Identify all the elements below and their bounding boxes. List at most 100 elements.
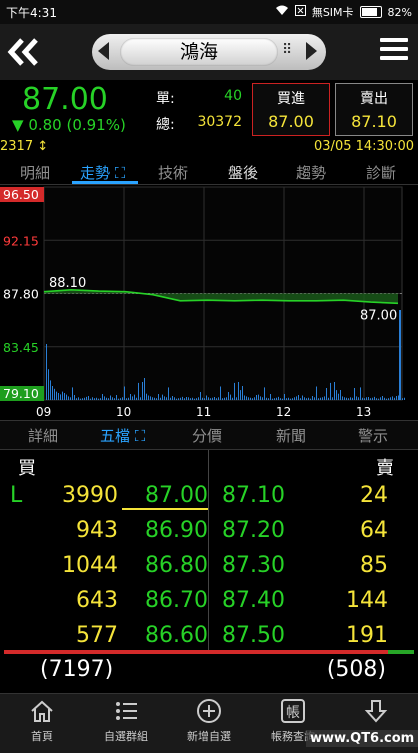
bid-volume[interactable]: 943 [40, 518, 118, 543]
bid-price[interactable]: 86.80 [122, 553, 208, 578]
volume-bar [276, 397, 277, 400]
status-time: 下午4:31 [6, 6, 57, 20]
stock-name[interactable]: 鴻海 [120, 38, 278, 66]
volume-bar [194, 398, 195, 400]
status-bar: 下午4:31 無SIM卡 82% [0, 0, 418, 24]
volume-bar [254, 397, 255, 400]
nav-more[interactable] [334, 698, 418, 728]
ask-volume[interactable]: 144 [310, 588, 388, 613]
volume-bar [132, 396, 133, 400]
bid-volume[interactable]: 1044 [40, 553, 118, 578]
volume-bar [72, 387, 73, 400]
price-change-value: 0.80 (0.91%) [28, 116, 126, 134]
x-tick-label: 09 [36, 405, 52, 419]
volume-bar [320, 397, 321, 400]
tab-technical[interactable]: 技術 [158, 162, 188, 183]
bid-volume[interactable]: 643 [40, 588, 118, 613]
quote-datetime: 03/05 14:30:00 [314, 139, 414, 154]
volume-bar [238, 382, 239, 400]
volume-bar [332, 397, 333, 400]
tab-alerts[interactable]: 警示 [358, 425, 388, 446]
volume-bar [318, 398, 319, 400]
ask-volume[interactable]: 64 [310, 518, 388, 543]
tab-momentum[interactable]: 趨勢 [296, 162, 326, 183]
volume-bar [370, 398, 371, 400]
volume-bar [192, 397, 193, 400]
back-button[interactable] [6, 34, 42, 70]
volume-bar [294, 397, 295, 400]
x-tick-label: 12 [276, 405, 292, 419]
sim-status: 無SIM卡 [311, 6, 354, 19]
app-header: 鴻海 ⠿ [0, 24, 418, 80]
volume-bar [390, 397, 391, 400]
volume-bar [92, 397, 93, 400]
volume-bar [90, 398, 91, 400]
next-stock-button[interactable] [306, 42, 317, 60]
nav-watchlist-groups[interactable]: 自選群組 [84, 698, 168, 744]
volume-bar [376, 398, 377, 400]
volume-bar [140, 397, 141, 400]
price-change: ▼ 0.80 (0.91%) [12, 116, 126, 134]
bid-price[interactable]: 87.00 [122, 483, 208, 508]
ask-volume[interactable]: 24 [310, 483, 388, 508]
ask-price[interactable]: 87.50 [222, 623, 300, 648]
volume-bar [356, 396, 357, 400]
volume-bar [96, 397, 97, 400]
bid-price[interactable]: 86.60 [122, 623, 208, 648]
ask-column-header: 賣 [376, 458, 394, 479]
tab-details[interactable]: 詳細 [28, 425, 58, 446]
volume-bar [284, 394, 285, 400]
ask-price[interactable]: 87.30 [222, 553, 300, 578]
volume-bar [226, 397, 227, 400]
volume-bar [174, 397, 175, 400]
bid-price[interactable]: 86.70 [122, 588, 208, 613]
volume-bar [80, 398, 81, 400]
volume-bar [150, 396, 151, 400]
y-tick-label: 83.45 [3, 340, 39, 355]
tab-price-volume[interactable]: 分價 [192, 425, 222, 446]
ask-ratio-bar [388, 650, 414, 654]
volume-bar [338, 393, 339, 400]
ask-volume[interactable]: 85 [310, 553, 388, 578]
volume-bar [84, 397, 85, 400]
ask-price[interactable]: 87.20 [222, 518, 300, 543]
volume-bar [138, 382, 139, 400]
prev-stock-button[interactable] [98, 42, 109, 60]
last-price: 87.00 [22, 82, 108, 117]
intraday-chart[interactable]: 96.50 92.15 87.80 83.45 79.10 88.10 87.00 [0, 185, 418, 420]
home-icon [31, 700, 53, 722]
volume-bar [228, 392, 229, 400]
ask-price[interactable]: 87.10 [222, 483, 300, 508]
bid-box[interactable]: 買進 87.00 [252, 83, 330, 136]
volume-bar [258, 394, 259, 400]
tab-trend-label: 走勢 [80, 164, 111, 182]
tab-diagnosis[interactable]: 診斷 [366, 162, 396, 183]
volume-bar [66, 394, 67, 400]
bid-price[interactable]: 86.90 [122, 518, 208, 543]
ask-price[interactable]: 87.40 [222, 588, 300, 613]
nav-home[interactable]: 首頁 [0, 698, 84, 744]
volume-bar [260, 396, 261, 400]
volume-bar [172, 396, 173, 400]
bid-volume[interactable]: 577 [40, 623, 118, 648]
ask-volume[interactable]: 191 [310, 623, 388, 648]
volume-bar [196, 398, 197, 400]
volume-bar [148, 395, 149, 400]
chart-tabs [0, 158, 418, 185]
tab-detail[interactable]: 明細 [20, 162, 50, 183]
ask-box[interactable]: 賣出 87.10 [335, 83, 413, 136]
tab-news[interactable]: 新聞 [276, 425, 306, 446]
x-tick-label: 11 [196, 405, 212, 419]
volume-bar [270, 394, 271, 400]
bid-volume[interactable]: 3990 [40, 483, 118, 508]
menu-button[interactable] [380, 38, 408, 65]
bid-ratio-bar [4, 650, 208, 654]
volume-bar [362, 397, 363, 400]
tab-after-hours[interactable]: 盤後 [228, 162, 258, 183]
volume-bar [308, 397, 309, 400]
tab-trend[interactable]: 走勢 ⛶ [80, 162, 125, 183]
volume-bar [388, 398, 389, 400]
tab-five-levels[interactable]: 五檔 ⛶ [100, 425, 145, 446]
nav-add-watchlist[interactable]: 新增自選 [167, 698, 251, 744]
volume-bar [252, 398, 253, 400]
